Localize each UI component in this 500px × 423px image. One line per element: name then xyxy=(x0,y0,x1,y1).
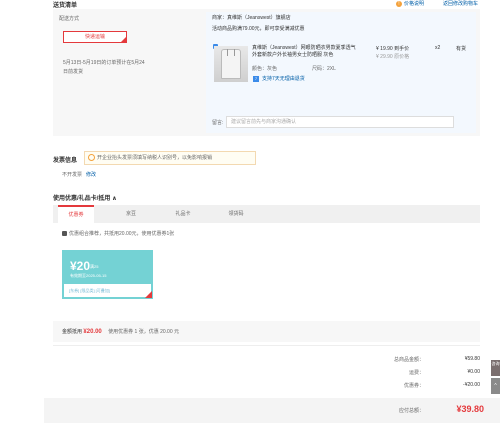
return-policy-icon: 7 xyxy=(253,76,259,82)
invoice-tip-text: 开企业抬头发票须填写纳税人识别号，以免影响报销 xyxy=(97,155,213,161)
coupon-summary-detail: 使用优惠券 1 张，优惠 20.00 元 xyxy=(108,329,180,335)
coupon-discount-label: 优惠券： xyxy=(403,383,424,389)
remark-input[interactable]: 建议留言前先与商家沟通确认 xyxy=(226,116,454,128)
tab-giftcard[interactable]: 礼品卡 xyxy=(165,205,201,223)
side-consult-button[interactable]: 咨询 xyxy=(491,360,500,376)
return-policy-text: 支持7天无理由退货 xyxy=(262,76,305,82)
coupon-tags: [东券] [限品类] [可叠加] xyxy=(69,288,110,293)
tab-redeem-code[interactable]: 领货码 xyxy=(218,205,254,223)
product-name-link[interactable]: 真维斯（Jeanswest）网眼防晒衣男款夏季透气外套新款户外长袖男女士防晒服 … xyxy=(252,45,360,59)
coupon-expire: 有效期至2025-05-15 xyxy=(70,273,107,278)
express-shipping-button[interactable]: 快递运输 xyxy=(63,31,127,43)
info-icon: ! xyxy=(396,0,402,7)
product-color: 颜色：灰色 xyxy=(252,66,278,72)
product-price: ¥ 19.90 到手价 xyxy=(376,46,410,52)
stock-status: 有货 xyxy=(456,46,467,52)
return-cart-link[interactable]: 返回修改购物车 xyxy=(443,0,478,7)
product-original-price: ¥ 29.90 原价格 xyxy=(376,54,410,60)
pay-total-value: ¥39.80 xyxy=(456,404,484,414)
goods-panel: 商家：真维斯（Jeanswest）旗舰店 活动商品购满79.00元，即可享受满减… xyxy=(206,12,476,133)
product-size: 尺码：2XL xyxy=(312,66,336,72)
shipping-panel: 配送方式 快递运输 5月13日-5月19日的订单预计在5月24 日前发货 xyxy=(59,15,199,75)
seller-name: 商家：真维斯（Jeanswest）旗舰店 xyxy=(212,15,291,21)
combo-checkbox[interactable] xyxy=(62,231,67,236)
coupon-summary: 金额抵用 ¥20.00 使用优惠券 1 张，优惠 20.00 元 xyxy=(62,328,179,335)
product-image[interactable] xyxy=(214,46,248,82)
coupon-discount-value: -¥20.00 xyxy=(463,382,480,388)
coupon-amount: ¥20 xyxy=(70,259,91,273)
divider xyxy=(53,345,480,346)
section-title: 送货清单 xyxy=(53,3,78,9)
coupon-condition: 满25 xyxy=(90,264,99,269)
tab-jingdou[interactable]: 京豆 xyxy=(113,205,149,223)
lightbulb-icon xyxy=(88,154,95,161)
coupon-summary-label: 金额抵用 xyxy=(62,329,83,335)
selected-corner-icon xyxy=(121,37,126,42)
price-help-label: 价格说明 xyxy=(404,1,425,7)
collar-shape xyxy=(227,49,235,56)
invoice-status: 不开发票 xyxy=(62,172,83,178)
promo-text: 活动商品购满79.00元，即可享受满减优惠 xyxy=(212,26,305,32)
express-label: 快递运输 xyxy=(84,34,105,40)
back-to-top-button[interactable]: ^ xyxy=(491,378,500,394)
coupon-card[interactable]: ¥20 满25 有效期至2025-05-15 [东券] [限品类] [可叠加] xyxy=(62,250,153,299)
total-goods-value: ¥59.80 xyxy=(464,356,480,362)
coupon-section-toggle[interactable]: 使用优惠/礼品卡/抵用 ∧ xyxy=(53,193,117,202)
combo-text: 优惠组合推荐，共抵用20.00元，使用优惠券1张 xyxy=(69,231,175,237)
product-quantity: x2 xyxy=(435,45,441,51)
shipping-title: 配送方式 xyxy=(59,16,80,22)
tab-coupon[interactable]: 优惠券 xyxy=(58,205,94,223)
selected-check-icon xyxy=(145,291,152,298)
invoice-title: 发票信息 xyxy=(53,158,78,164)
pay-bar xyxy=(44,398,500,423)
delivery-estimate: 5月13日-5月19日的订单预计在5月24 xyxy=(63,60,145,66)
shipping-fee-value: ¥0.00 xyxy=(467,369,480,375)
delivery-note: 日前发货 xyxy=(63,69,84,75)
shipping-fee-label: 运费： xyxy=(408,370,424,376)
remark-label: 留言: xyxy=(212,120,224,126)
total-goods-label: 总商品金额： xyxy=(393,357,424,363)
coupon-summary-amount: ¥20.00 xyxy=(83,329,102,335)
price-help-link[interactable]: ! 价格说明 xyxy=(396,0,424,7)
invoice-tip: 开企业抬头发票须填写纳税人识别号，以免影响报销 xyxy=(84,151,256,165)
pay-total-label: 应付总额： xyxy=(398,408,424,414)
invoice-edit-link[interactable]: 修改 xyxy=(86,171,96,178)
